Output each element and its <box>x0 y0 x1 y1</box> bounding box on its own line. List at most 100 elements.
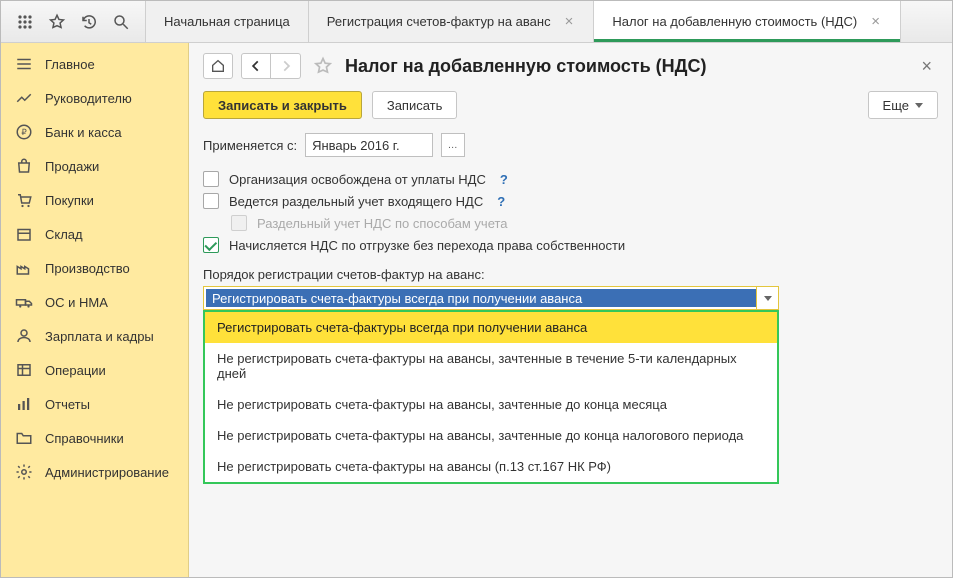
sidebar-item-purchases[interactable]: Покупки <box>1 183 188 217</box>
bag-icon <box>15 157 33 175</box>
active-tab-indicator <box>594 39 900 42</box>
combo-option[interactable]: Не регистрировать счета-фактуры на аванс… <box>205 389 777 420</box>
sidebar-item-label: ОС и НМА <box>45 295 108 310</box>
chk-shipment[interactable] <box>203 237 219 253</box>
cart-icon <box>15 191 33 209</box>
top-toolbar: Начальная страница Регистрация счетов-фа… <box>1 1 952 43</box>
window-close-button[interactable]: × <box>915 56 938 77</box>
tabs: Начальная страница Регистрация счетов-фа… <box>146 1 901 42</box>
button-label: Записать и закрыть <box>218 98 347 113</box>
chk-exempt[interactable] <box>203 171 219 187</box>
chart-icon <box>15 89 33 107</box>
sidebar-item-label: Покупки <box>45 193 94 208</box>
ruble-icon: ₽ <box>15 123 33 141</box>
history-icon[interactable] <box>79 12 99 32</box>
chk-separate[interactable] <box>203 193 219 209</box>
menu-icon <box>15 55 33 73</box>
forward-button[interactable] <box>271 53 301 79</box>
tab-label: Начальная страница <box>164 14 290 29</box>
body: Главное Руководителю ₽ Банк и касса Прод… <box>1 43 952 577</box>
nav-history <box>241 53 301 79</box>
tab-invoice-reg[interactable]: Регистрация счетов-фактур на аванс × <box>309 1 595 42</box>
applies-from-label: Применяется с: <box>203 138 297 153</box>
home-button[interactable] <box>203 53 233 79</box>
sidebar-item-production[interactable]: Производство <box>1 251 188 285</box>
combo-option[interactable]: Не регистрировать счета-фактуры на аванс… <box>205 343 777 389</box>
command-bar: Записать и закрыть Записать Еще <box>189 85 952 129</box>
button-label: Записать <box>387 98 443 113</box>
help-icon[interactable]: ? <box>497 194 505 209</box>
combo-option[interactable]: Не регистрировать счета-фактуры на аванс… <box>205 420 777 451</box>
field-value: Январь 2016 г. <box>312 138 399 153</box>
sidebar-item-label: Администрирование <box>45 465 169 480</box>
person-icon <box>15 327 33 345</box>
window-title: Налог на добавленную стоимость (НДС) <box>345 56 707 77</box>
sidebar-item-label: Руководителю <box>45 91 132 106</box>
close-icon[interactable]: × <box>869 14 882 29</box>
window-header: Налог на добавленную стоимость (НДС) × <box>189 43 952 85</box>
combo-drop-button[interactable] <box>756 287 778 309</box>
system-buttons <box>1 1 146 42</box>
sidebar-item-label: Склад <box>45 227 83 242</box>
factory-icon <box>15 259 33 277</box>
save-close-button[interactable]: Записать и закрыть <box>203 91 362 119</box>
sidebar-item-main[interactable]: Главное <box>1 47 188 81</box>
svg-text:₽: ₽ <box>21 128 26 137</box>
sidebar-item-manager[interactable]: Руководителю <box>1 81 188 115</box>
box-icon <box>15 225 33 243</box>
form: Применяется с: Январь 2016 г. … Организа… <box>189 129 952 324</box>
sidebar-item-assets[interactable]: ОС и НМА <box>1 285 188 319</box>
apps-icon[interactable] <box>15 12 35 32</box>
chk-exempt-row: Организация освобождена от уплаты НДС ? <box>203 171 938 187</box>
chevron-down-icon <box>764 296 772 301</box>
arrow-left-icon <box>249 59 263 73</box>
sidebar-item-label: Операции <box>45 363 106 378</box>
search-icon[interactable] <box>111 12 131 32</box>
sidebar-item-hr[interactable]: Зарплата и кадры <box>1 319 188 353</box>
chk-separate-label: Ведется раздельный учет входящего НДС <box>229 194 483 209</box>
sidebar-item-label: Продажи <box>45 159 99 174</box>
back-button[interactable] <box>241 53 271 79</box>
truck-icon <box>15 293 33 311</box>
sidebar-item-admin[interactable]: Администрирование <box>1 455 188 489</box>
sidebar-item-label: Зарплата и кадры <box>45 329 154 344</box>
chk-exempt-label: Организация освобождена от уплаты НДС <box>229 172 486 187</box>
save-button[interactable]: Записать <box>372 91 458 119</box>
tab-label: Регистрация счетов-фактур на аванс <box>327 14 551 29</box>
more-button[interactable]: Еще <box>868 91 938 119</box>
sidebar-item-label: Производство <box>45 261 130 276</box>
tab-start[interactable]: Начальная страница <box>146 1 309 42</box>
sidebar-item-reports[interactable]: Отчеты <box>1 387 188 421</box>
combo-option[interactable]: Регистрировать счета-фактуры всегда при … <box>205 312 777 343</box>
sidebar-item-label: Справочники <box>45 431 124 446</box>
star-icon[interactable] <box>47 12 67 32</box>
sidebar-item-label: Главное <box>45 57 95 72</box>
chk-shipment-row: Начисляется НДС по отгрузке без перехода… <box>203 237 938 253</box>
chk-by-method-label: Раздельный учет НДС по способам учета <box>257 216 508 231</box>
tab-vat[interactable]: Налог на добавленную стоимость (НДС) × <box>594 1 901 42</box>
combo-option[interactable]: Не регистрировать счета-фактуры на аванс… <box>205 451 777 482</box>
sidebar-item-stock[interactable]: Склад <box>1 217 188 251</box>
folder-icon <box>15 429 33 447</box>
applies-from-field[interactable]: Январь 2016 г. <box>305 133 433 157</box>
chevron-down-icon <box>915 103 923 108</box>
combo-value: Регистрировать счета-фактуры всегда при … <box>206 289 756 307</box>
sidebar-item-sales[interactable]: Продажи <box>1 149 188 183</box>
table-icon <box>15 361 33 379</box>
button-label: Еще <box>883 98 909 113</box>
app-window: Начальная страница Регистрация счетов-фа… <box>0 0 953 578</box>
bars-icon <box>15 395 33 413</box>
help-icon[interactable]: ? <box>500 172 508 187</box>
chk-by-method-row: Раздельный учет НДС по способам учета <box>231 215 938 231</box>
sidebar-item-operations[interactable]: Операции <box>1 353 188 387</box>
combo-box[interactable]: Регистрировать счета-фактуры всегда при … <box>203 286 779 310</box>
applies-from-row: Применяется с: Январь 2016 г. … <box>203 133 938 157</box>
close-icon[interactable]: × <box>563 14 576 29</box>
invoice-order-combo: Регистрировать счета-фактуры всегда при … <box>203 286 779 310</box>
star-icon <box>313 56 333 76</box>
arrow-right-icon <box>279 59 293 73</box>
sidebar-item-bank[interactable]: ₽ Банк и касса <box>1 115 188 149</box>
favorite-toggle[interactable] <box>313 56 333 76</box>
sidebar-item-catalogs[interactable]: Справочники <box>1 421 188 455</box>
date-picker-button[interactable]: … <box>441 133 465 157</box>
